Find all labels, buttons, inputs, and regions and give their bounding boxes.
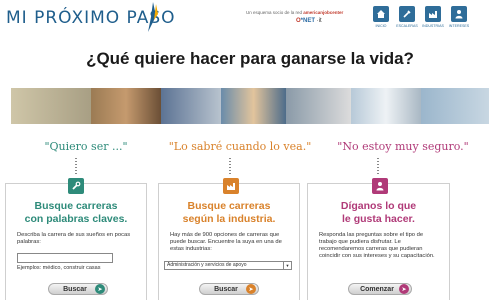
industry-select[interactable]: Administración y servicios de apoyo ▼ xyxy=(164,261,292,270)
nav-industrias[interactable]: INDUSTRIAS xyxy=(422,6,444,28)
banner-photo xyxy=(221,88,286,124)
keyword-search-card: Busque carreras con palabras claves. Des… xyxy=(5,178,147,300)
page-headline: ¿Qué quiere hacer para ganarse la vida? xyxy=(86,49,414,68)
logo-swoosh-icon xyxy=(148,2,158,32)
start-button[interactable]: Comenzar ➤ xyxy=(348,283,412,295)
arrow-right-icon: ➤ xyxy=(399,284,409,294)
onet-logo[interactable]: O*NET ·it xyxy=(296,18,322,24)
dotted-connector xyxy=(75,158,77,176)
banner-photo xyxy=(161,88,221,124)
person-icon xyxy=(372,178,388,194)
keyword-input[interactable] xyxy=(17,253,113,263)
card-description: Describa la carrera de sus sueños en poc… xyxy=(17,232,131,245)
person-icon xyxy=(451,6,467,22)
card-description: Hay más de 900 opciones de carreras que … xyxy=(170,232,282,252)
header: MI PRÓXIMO PASO Un esquema socio de la r… xyxy=(0,0,500,36)
keyword-search-button[interactable]: Buscar ➤ xyxy=(48,283,108,295)
factory-icon xyxy=(223,178,239,194)
banner-photo xyxy=(91,88,161,124)
banner-photo-strip xyxy=(11,88,489,124)
wrench-icon xyxy=(68,178,84,194)
home-icon xyxy=(373,6,389,22)
partner-tagline: Un esquema socio de la red americanjobce… xyxy=(246,10,344,15)
quote-lo-sabre: "Lo sabré cuando lo vea." xyxy=(168,140,312,153)
keyword-examples: Ejemplos: médico, construir casas xyxy=(17,265,101,271)
arrow-right-icon: ➤ xyxy=(95,284,105,294)
arrow-right-icon: ➤ xyxy=(246,284,256,294)
tools-icon xyxy=(399,6,415,22)
banner-photo xyxy=(11,88,91,124)
interests-card: Díganos lo que le gusta hacer. Responda … xyxy=(307,178,450,300)
quote-no-estoy-seguro: "No estoy muy seguro." xyxy=(337,140,469,153)
dotted-connector xyxy=(229,158,231,176)
banner-photo xyxy=(421,88,489,124)
factory-icon xyxy=(425,6,441,22)
industry-search-button[interactable]: Buscar ➤ xyxy=(199,283,259,295)
dotted-connector xyxy=(377,158,379,176)
banner-photo xyxy=(351,88,421,124)
chevron-down-icon: ▼ xyxy=(283,262,291,269)
nav-escaleras[interactable]: ESCALERAS xyxy=(396,6,418,28)
card-title: Díganos lo que le gusta hacer. xyxy=(340,200,417,225)
banner-photo xyxy=(286,88,351,124)
nav-intereses[interactable]: INTERESES xyxy=(449,6,469,28)
top-nav: INICIO ESCALERAS INDUSTRIAS INTERESES xyxy=(371,6,469,28)
nav-inicio[interactable]: INICIO xyxy=(371,6,391,28)
quote-quiero-ser: "Quiero ser ..." xyxy=(44,140,128,153)
card-title: Busque carreras según la industria. xyxy=(182,200,276,225)
card-title: Busque carreras con palabras claves. xyxy=(24,200,128,225)
industry-search-card: Busque carreras según la industria. Hay … xyxy=(158,178,300,300)
card-description: Responda las preguntas sobre el tipo de … xyxy=(319,232,435,259)
